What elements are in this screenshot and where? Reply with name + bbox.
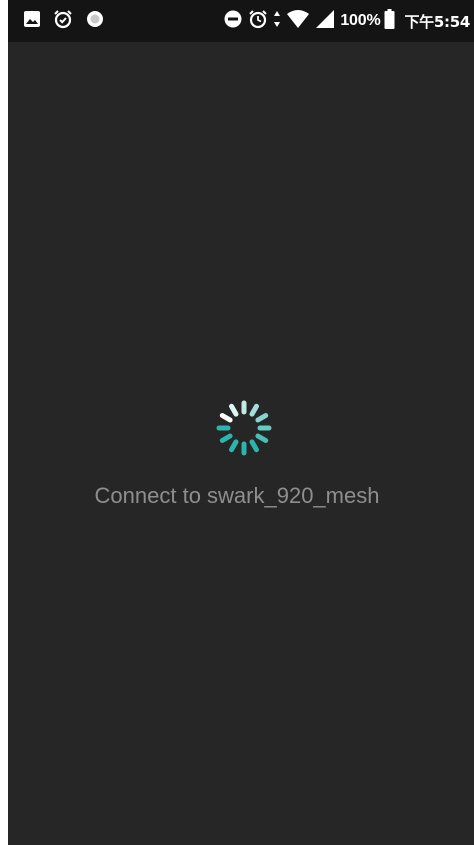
status-bar: 100% 下午5:54 xyxy=(8,0,474,42)
spinner-segment xyxy=(229,439,239,453)
alarm-icon xyxy=(248,9,268,34)
wifi-icon xyxy=(286,9,310,34)
do-not-disturb-icon xyxy=(223,9,243,34)
record-dot-icon xyxy=(85,9,105,34)
spinner-segment xyxy=(255,433,269,443)
connection-message: Connect to swark_920_mesh xyxy=(94,483,380,508)
cell-signal-icon xyxy=(315,9,335,34)
alarm-check-icon xyxy=(53,9,73,34)
spinner-segment xyxy=(219,433,233,443)
app-screen: 100% 下午5:54 Connect to swark_920_mesh xyxy=(8,0,474,845)
loading-spinner-icon xyxy=(216,400,272,456)
spinner-segment xyxy=(249,403,259,417)
status-bar-system: 100% 下午5:54 xyxy=(223,8,470,34)
status-bar-notifications xyxy=(23,9,117,33)
spinner-segment xyxy=(249,439,259,453)
battery-icon xyxy=(384,8,395,34)
data-arrows-icon xyxy=(273,9,281,34)
spinner-segment xyxy=(255,413,269,423)
image-icon xyxy=(23,10,41,33)
battery-percent: 100% xyxy=(340,12,381,29)
status-clock: 下午5:54 xyxy=(404,12,470,31)
spinner-segment xyxy=(229,403,239,417)
spinner-segment xyxy=(219,413,233,423)
